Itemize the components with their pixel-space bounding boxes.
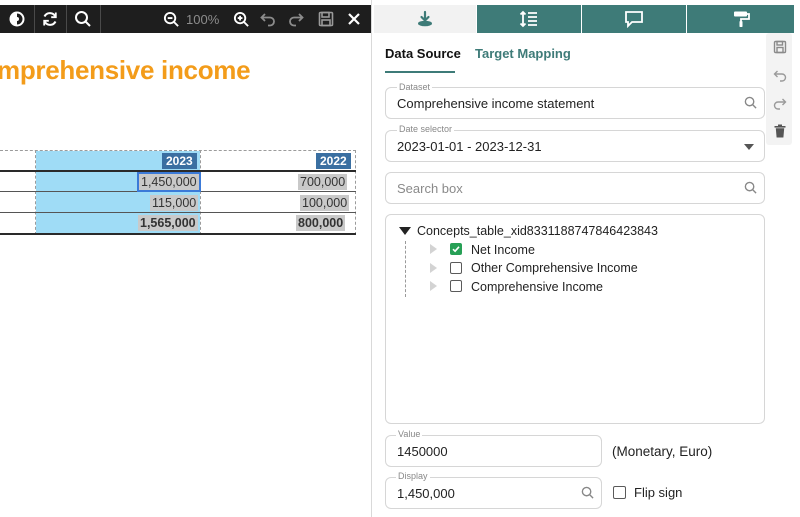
tree-root[interactable]: Concepts_table_xid8331188747846423843 bbox=[417, 224, 658, 238]
document-title: mprehensive income bbox=[0, 55, 251, 85]
table-cell[interactable]: 800,000 bbox=[296, 215, 346, 231]
flip-sign-label[interactable]: Flip sign bbox=[634, 485, 682, 500]
subtab-data-source[interactable]: Data Source bbox=[385, 46, 461, 61]
table-cell[interactable]: 1,565,000 bbox=[138, 215, 198, 231]
display-value: 1,450,000 bbox=[397, 486, 455, 501]
eye-icon[interactable] bbox=[0, 5, 34, 33]
comment-icon bbox=[625, 11, 643, 28]
search-icon[interactable] bbox=[744, 96, 757, 109]
dataset-value: Comprehensive income statement bbox=[397, 96, 595, 111]
undo-icon[interactable] bbox=[256, 5, 280, 33]
redo-icon[interactable] bbox=[773, 96, 787, 110]
value-label: Value bbox=[396, 429, 423, 439]
column-header-2023[interactable]: 2023 bbox=[162, 153, 197, 169]
dataset-label: Dataset bbox=[397, 82, 433, 92]
undo-icon[interactable] bbox=[773, 68, 787, 82]
subtab-target-mapping[interactable]: Target Mapping bbox=[475, 46, 571, 61]
tab-mapping[interactable] bbox=[374, 5, 476, 33]
search-icon[interactable] bbox=[581, 486, 594, 499]
mapping-icon bbox=[418, 10, 432, 27]
tree-item-label[interactable]: Other Comprehensive Income bbox=[471, 261, 638, 275]
date-selector-label: Date selector bbox=[397, 124, 455, 134]
active-subtab-indicator bbox=[385, 71, 455, 73]
search-icon[interactable] bbox=[744, 181, 757, 194]
expand-icon[interactable] bbox=[430, 244, 437, 254]
search-placeholder: Search box bbox=[397, 181, 463, 196]
document-toolbar: 100% bbox=[0, 5, 372, 33]
redo-icon[interactable] bbox=[284, 5, 308, 33]
value-unit: (Monetary, Euro) bbox=[612, 444, 713, 459]
checkbox-comprehensive-income[interactable] bbox=[450, 280, 462, 292]
table-cell[interactable]: 115,000 bbox=[150, 195, 199, 211]
trash-icon[interactable] bbox=[773, 124, 787, 138]
tree-guide-line bbox=[405, 241, 406, 297]
close-icon[interactable] bbox=[340, 5, 368, 33]
value-input: 1450000 bbox=[397, 444, 448, 459]
zoom-out-icon[interactable] bbox=[158, 5, 184, 33]
chevron-down-icon[interactable] bbox=[744, 144, 754, 150]
date-selector-value: 2023-01-01 - 2023-12-31 bbox=[397, 139, 542, 154]
expand-icon[interactable] bbox=[430, 281, 437, 291]
sort-icon bbox=[519, 10, 537, 28]
tab-sort[interactable] bbox=[477, 5, 581, 33]
flip-sign-checkbox[interactable] bbox=[613, 486, 626, 499]
tree-item-label[interactable]: Comprehensive Income bbox=[471, 280, 603, 294]
format-paint-icon bbox=[733, 11, 750, 27]
checkbox-net-income[interactable] bbox=[450, 243, 462, 255]
document-pane: 100% mprehensive income 2023 2022 1,450,… bbox=[0, 0, 372, 517]
table-cell[interactable]: 100,000 bbox=[300, 195, 350, 211]
tab-comments[interactable] bbox=[582, 5, 686, 33]
table-cell[interactable]: 700,000 bbox=[298, 174, 348, 190]
display-label: Display bbox=[396, 471, 430, 481]
zoom-level: 100% bbox=[186, 12, 220, 27]
zoom-in-icon[interactable] bbox=[228, 5, 254, 33]
caret-down-icon[interactable] bbox=[399, 227, 411, 235]
tree-item-label[interactable]: Net Income bbox=[471, 243, 535, 257]
table-cell-selected[interactable]: 1,450,000 bbox=[137, 172, 201, 192]
checkbox-other-comprehensive-income[interactable] bbox=[450, 262, 462, 274]
concepts-tree bbox=[385, 214, 765, 424]
expand-icon[interactable] bbox=[430, 263, 437, 273]
save-icon[interactable] bbox=[773, 40, 787, 54]
tab-format[interactable] bbox=[687, 5, 794, 33]
column-header-2022[interactable]: 2022 bbox=[316, 153, 351, 169]
refresh-icon[interactable] bbox=[34, 5, 66, 33]
save-icon[interactable] bbox=[313, 5, 339, 33]
search-icon[interactable] bbox=[66, 5, 100, 33]
